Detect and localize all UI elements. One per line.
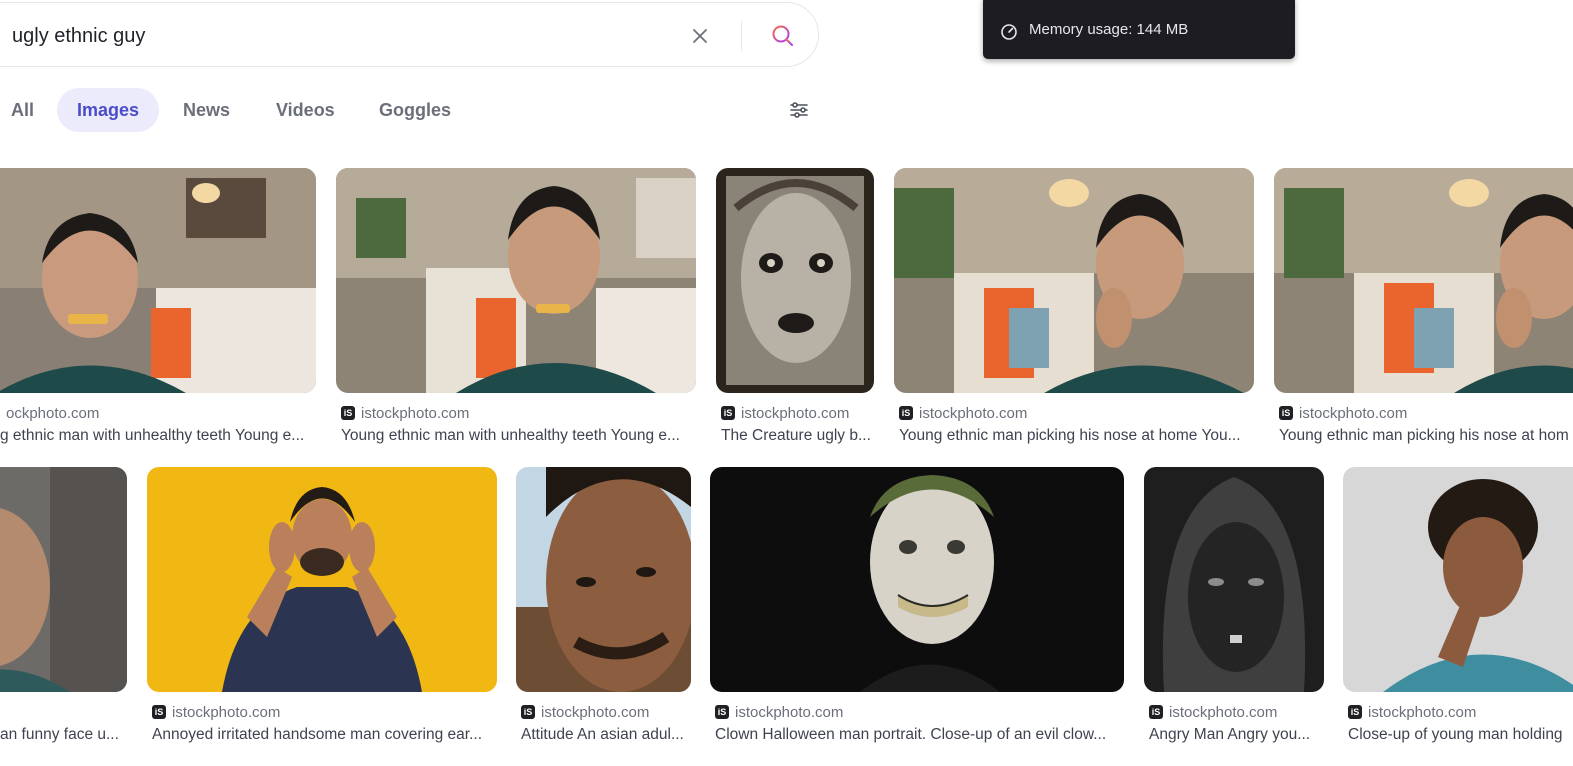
search-bar — [0, 2, 819, 67]
result-thumbnail[interactable] — [1274, 168, 1573, 393]
result-thumbnail[interactable] — [716, 168, 874, 393]
istock-favicon-icon: iS — [1149, 705, 1163, 719]
istock-favicon-icon: iS — [341, 406, 355, 420]
result-source: iS istockphoto.com — [1348, 703, 1476, 721]
search-icon — [772, 25, 793, 46]
result-caption[interactable]: Close-up of young man holding — [1348, 726, 1573, 744]
memory-usage-popup: Memory usage: 144 MB — [983, 0, 1295, 59]
result-caption[interactable]: Young ethnic man picking his nose at hom — [1279, 427, 1573, 445]
result-caption[interactable]: The Creature ugly b... — [721, 427, 876, 445]
result-source: iS istockphoto.com — [521, 703, 649, 721]
result-thumbnail[interactable] — [516, 467, 691, 692]
istock-favicon-icon: iS — [1279, 406, 1293, 420]
result-thumbnail[interactable] — [1343, 467, 1573, 692]
image-result[interactable]: iS istockphoto.com Annoyed irritated han… — [147, 467, 497, 747]
result-caption[interactable]: Annoyed irritated handsome man covering … — [152, 726, 497, 744]
istock-favicon-icon: iS — [899, 406, 913, 420]
result-thumbnail[interactable] — [336, 168, 696, 393]
image-result[interactable]: iS istockphoto.com Close-up of young man… — [1343, 467, 1573, 747]
image-result[interactable]: iS istockphoto.com Young ethnic man with… — [336, 168, 696, 448]
image-result[interactable]: iS istockphoto.com Young ethnic man pick… — [1274, 168, 1573, 448]
result-caption[interactable]: Angry Man Angry you... — [1149, 726, 1324, 744]
image-result[interactable]: iS istockphoto.com Attitude An asian adu… — [516, 467, 691, 747]
image-result[interactable]: iS istockphoto.com Clown Halloween man p… — [710, 467, 1124, 747]
result-thumbnail[interactable] — [710, 467, 1124, 692]
source-domain: istockphoto.com — [361, 404, 470, 422]
filter-settings-button[interactable] — [786, 97, 812, 123]
result-source: iS istockphoto.com — [899, 404, 1027, 422]
source-domain: ockphoto.com — [6, 404, 100, 422]
result-thumbnail[interactable] — [894, 168, 1254, 393]
result-source: ockphoto.com — [6, 404, 99, 422]
result-source: iS istockphoto.com — [1149, 703, 1277, 721]
clear-search-button[interactable] — [687, 23, 713, 49]
image-result[interactable]: iS istockphoto.com The Creature ugly b..… — [716, 168, 874, 448]
source-domain: istockphoto.com — [1368, 703, 1477, 721]
istock-favicon-icon: iS — [152, 705, 166, 719]
source-domain: istockphoto.com — [741, 404, 850, 422]
result-source: iS istockphoto.com — [152, 703, 280, 721]
tab-all[interactable]: All — [0, 88, 54, 132]
source-domain: istockphoto.com — [735, 703, 844, 721]
result-source: iS istockphoto.com — [715, 703, 843, 721]
result-caption[interactable]: Young ethnic man with unhealthy teeth Yo… — [341, 427, 696, 445]
image-result[interactable]: ockphoto.com g ethnic man with unhealthy… — [0, 168, 316, 448]
search-button[interactable] — [768, 21, 798, 51]
image-result[interactable]: an funny face u... — [0, 467, 127, 747]
istock-favicon-icon: iS — [715, 705, 729, 719]
image-result[interactable]: iS istockphoto.com Young ethnic man pick… — [894, 168, 1254, 448]
result-caption[interactable]: Attitude An asian adul... — [521, 726, 691, 744]
image-result[interactable]: iS istockphoto.com Angry Man Angry you..… — [1144, 467, 1324, 747]
tab-goggles[interactable]: Goggles — [359, 88, 471, 132]
result-thumbnail[interactable] — [0, 168, 316, 393]
result-source: iS istockphoto.com — [1279, 404, 1407, 422]
result-source: iS istockphoto.com — [721, 404, 849, 422]
search-divider — [741, 21, 742, 51]
search-input[interactable] — [12, 21, 612, 51]
gauge-icon — [1001, 24, 1017, 40]
result-caption[interactable]: an funny face u... — [0, 726, 122, 744]
result-thumbnail[interactable] — [147, 467, 497, 692]
istock-favicon-icon: iS — [721, 406, 735, 420]
source-domain: istockphoto.com — [541, 703, 650, 721]
istock-favicon-icon: iS — [521, 705, 535, 719]
source-domain: istockphoto.com — [172, 703, 281, 721]
result-caption[interactable]: g ethnic man with unhealthy teeth Young … — [0, 427, 316, 445]
istock-favicon-icon: iS — [1348, 705, 1362, 719]
tab-videos[interactable]: Videos — [256, 88, 355, 132]
source-domain: istockphoto.com — [1299, 404, 1408, 422]
memory-usage-text: Memory usage: 144 MB — [1029, 21, 1189, 38]
result-caption[interactable]: Young ethnic man picking his nose at hom… — [899, 427, 1254, 445]
tab-news[interactable]: News — [163, 88, 250, 132]
sliders-icon — [790, 102, 808, 118]
tab-images[interactable]: Images — [57, 88, 160, 132]
result-source: iS istockphoto.com — [341, 404, 469, 422]
result-caption[interactable]: Clown Halloween man portrait. Close-up o… — [715, 726, 1124, 744]
result-thumbnail[interactable] — [0, 467, 127, 692]
result-thumbnail[interactable] — [1144, 467, 1324, 692]
close-icon — [693, 29, 707, 43]
source-domain: istockphoto.com — [919, 404, 1028, 422]
source-domain: istockphoto.com — [1169, 703, 1278, 721]
